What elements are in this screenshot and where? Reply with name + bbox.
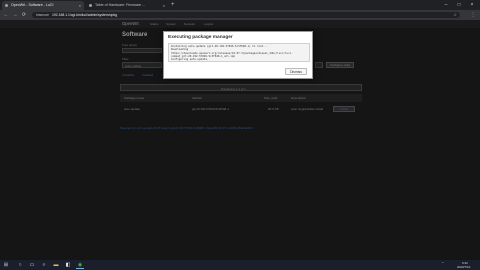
tab-installed[interactable]: Installed <box>142 73 153 77</box>
package-table-header <box>120 94 362 102</box>
edge-icon[interactable]: e <box>40 261 48 269</box>
clear-filter-button[interactable] <box>315 62 323 68</box>
menu-network[interactable]: Network <box>184 20 195 28</box>
windows-taskbar <box>0 260 480 270</box>
browser-tab-hardware[interactable]: Table of Hardware: Firmware ... × <box>86 1 168 10</box>
reload-button[interactable]: ⟳ <box>20 10 28 20</box>
table-row <box>120 104 362 114</box>
pagination-text: Displaying 1-1 of 1 <box>221 86 246 91</box>
col-version: Version <box>192 96 203 100</box>
free-space-label: Free space <box>122 43 138 47</box>
package-size: 60.5 KB <box>268 107 279 111</box>
col-package-name: Package name <box>124 96 145 100</box>
tray-up-icon[interactable]: ^ <box>442 261 443 265</box>
forward-button[interactable]: → <box>11 10 19 20</box>
package-version: git-20.192.57026-5c3f648-1 <box>192 107 229 111</box>
col-size: Size (.ipk) <box>264 96 278 100</box>
security-indicator[interactable]: Insecure <box>36 12 49 18</box>
address-bar[interactable]: Insecure 192.168.1.1/cgi-bin/luci/admin/… <box>32 12 460 18</box>
filter-input[interactable]: Auto-update <box>122 62 162 68</box>
luci-navbar <box>0 20 480 28</box>
package-name: auto-update <box>124 107 141 111</box>
package-description: Auto Upgrade/Re-Install <box>291 107 324 111</box>
url-text[interactable]: 192.168.1.1/cgi-bin/luci/admin/system/op… <box>52 12 117 18</box>
search-icon[interactable]: ○ <box>16 261 24 269</box>
tab-favicon <box>5 4 8 7</box>
menu-status[interactable]: Status <box>150 20 159 28</box>
output-line: Configuring auto-update. <box>171 58 209 62</box>
tab-close-icon[interactable]: × <box>163 1 165 10</box>
file-explorer-icon[interactable]: ▬ <box>52 261 60 269</box>
store-icon[interactable]: ◧ <box>64 261 72 269</box>
menu-logout[interactable]: Logout <box>204 20 213 28</box>
filter-value: Auto-update <box>125 64 142 68</box>
menu-system[interactable]: System <box>166 20 176 28</box>
minimize-button[interactable]: – <box>440 0 452 10</box>
task-view-icon[interactable]: ▭ <box>28 261 36 269</box>
new-tab-button[interactable]: + <box>171 1 175 10</box>
modal-title: Executing package manager <box>168 35 233 40</box>
install-button[interactable]: Install <box>333 106 355 112</box>
page-title: Software <box>122 32 148 38</box>
tab-close-icon[interactable]: × <box>79 1 81 10</box>
close-window-button[interactable]: × <box>466 0 478 10</box>
free-space-bar <box>122 48 162 53</box>
tab-available[interactable]: Available <box>122 73 134 77</box>
tab-label: Table of Hardware: Firmware ... <box>95 3 146 7</box>
dismiss-button[interactable]: Dismiss <box>285 68 307 75</box>
modal-output: Installing auto-update (git-20.192.57026… <box>168 43 310 62</box>
filter-label: Filter <box>122 57 129 61</box>
browser-menu-icon[interactable]: ⋮ <box>468 10 478 20</box>
maximize-button[interactable]: □ <box>453 0 465 10</box>
start-icon[interactable]: ⊞ <box>2 261 10 269</box>
chrome-icon[interactable]: ◉ <box>76 261 84 269</box>
page-footer[interactable]: Powered by LuCI openwrt-19.07 branch (gi… <box>120 126 253 130</box>
clock-date[interactable]: 2020/7/10 <box>457 265 470 269</box>
brand-logo[interactable]: OpenWrt <box>122 20 139 28</box>
tab-favicon <box>89 4 92 7</box>
tab-label: OpenWrt - Software - LuCI <box>11 3 54 7</box>
pagination-bar: Displaying 1-1 of 1 <box>120 84 362 91</box>
configure-opkg-button[interactable]: Configure opkg <box>326 62 354 68</box>
star-icon[interactable]: ☆ <box>453 12 457 18</box>
browser-tab-openwrt[interactable]: OpenWrt - Software - LuCI × <box>2 1 84 10</box>
back-button[interactable]: ← <box>2 10 10 20</box>
col-description: Description <box>291 96 307 100</box>
package-manager-modal: Executing package manager Installing aut… <box>163 31 313 79</box>
